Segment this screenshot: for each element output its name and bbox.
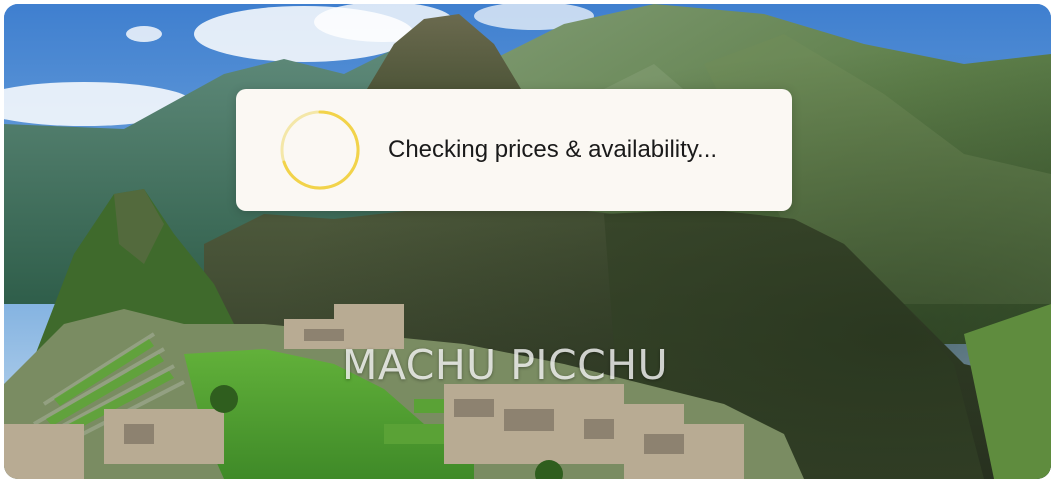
destination-card[interactable]: MACHU PICCHU bbox=[4, 4, 1051, 479]
loading-spinner-icon bbox=[280, 110, 360, 190]
destination-title: MACHU PICCHU bbox=[342, 341, 669, 389]
machu-picchu-photo bbox=[4, 4, 1051, 479]
loading-dialog: Checking prices & availability... bbox=[236, 89, 792, 211]
loading-message: Checking prices & availability... bbox=[388, 136, 718, 163]
